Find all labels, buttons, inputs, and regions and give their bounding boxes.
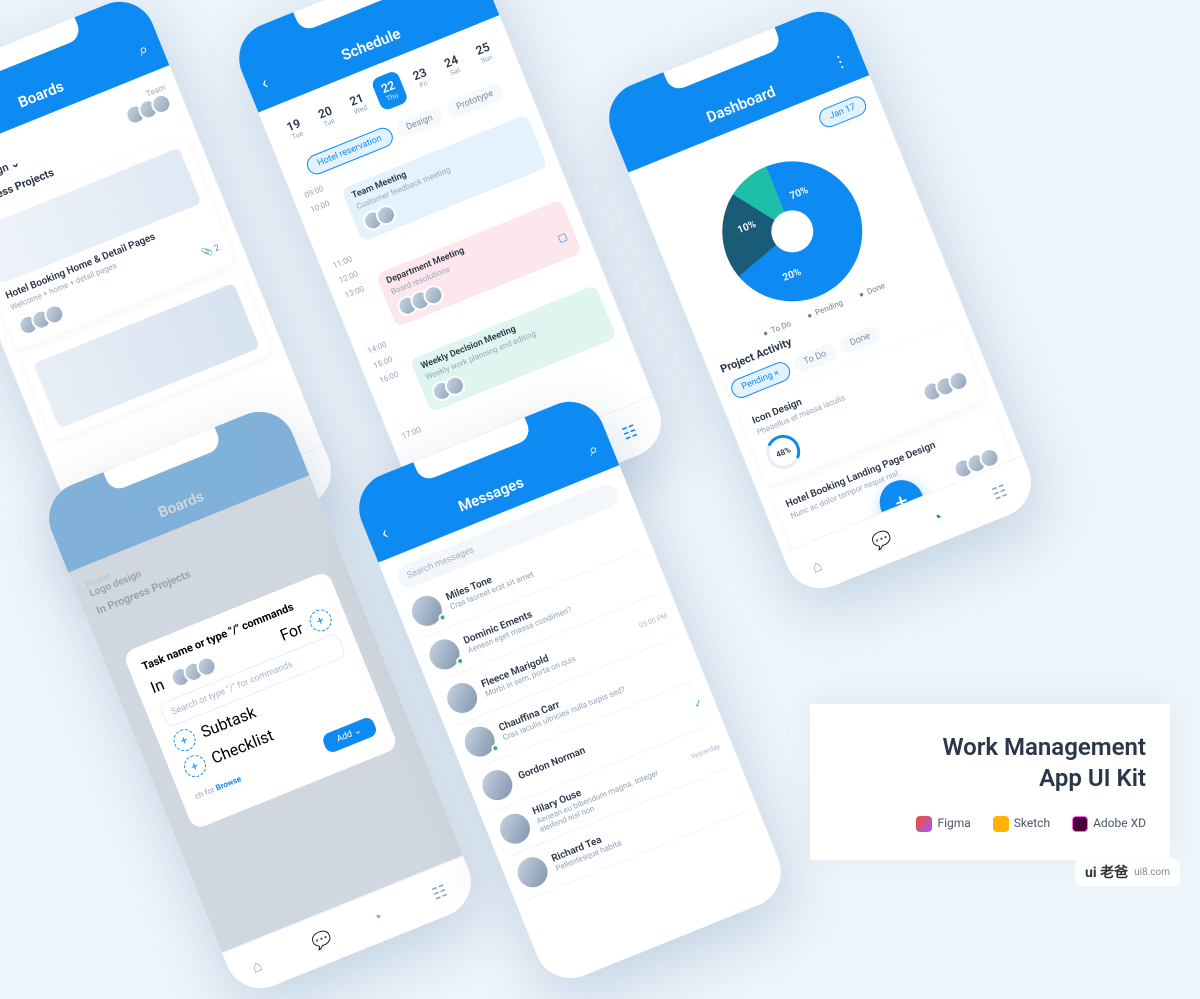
day-item[interactable]: 25Sun bbox=[465, 32, 504, 74]
avatar bbox=[460, 722, 499, 761]
task-modal: Task name or type "/" commands In For + … bbox=[122, 570, 398, 830]
chat-icon[interactable]: 💬 bbox=[869, 527, 895, 553]
in-label: In bbox=[148, 675, 167, 698]
chat-icon[interactable]: 💬 bbox=[309, 927, 335, 953]
calendar-icon[interactable]: ☷ bbox=[429, 878, 455, 904]
add-assignee-button[interactable]: + bbox=[306, 606, 335, 635]
for-label: For bbox=[277, 619, 306, 645]
day-item[interactable]: 20Tue bbox=[307, 95, 346, 137]
home-icon[interactable]: ⌂ bbox=[249, 951, 275, 977]
home-icon[interactable]: ⌂ bbox=[809, 551, 835, 577]
product-title: Work Management App UI Kit bbox=[834, 732, 1146, 794]
browse-link[interactable]: Browse bbox=[214, 774, 242, 792]
video-icon[interactable]: ▢ bbox=[556, 231, 572, 253]
phone-dashboard: Dashboard ⋮ Jan 17 70% 20% 10% To DoPend… bbox=[598, 1, 1041, 599]
calendar-icon[interactable]: ☷ bbox=[989, 478, 1015, 504]
stats-icon[interactable]: ◔ bbox=[929, 502, 955, 528]
avatar bbox=[513, 853, 552, 892]
avatar bbox=[425, 635, 464, 674]
check-icon: ✓ bbox=[692, 697, 704, 710]
attachment-count: 📎 2 bbox=[200, 243, 221, 259]
avatar bbox=[443, 678, 482, 717]
day-item[interactable]: 21Wed bbox=[339, 82, 378, 124]
tool-sketch: Sketch bbox=[993, 816, 1050, 832]
avatar bbox=[407, 591, 446, 630]
tool-figma: Figma bbox=[916, 816, 970, 832]
day-item[interactable]: 24Sat bbox=[433, 44, 472, 86]
tab-chip[interactable]: Done bbox=[838, 324, 883, 356]
day-item-selected[interactable]: 22Thu bbox=[370, 70, 409, 112]
add-subtask-button[interactable]: + bbox=[170, 726, 199, 755]
calendar-icon[interactable]: ☷ bbox=[619, 418, 645, 444]
progress-ring: 48% bbox=[761, 430, 805, 474]
tools-row: Figma Sketch Adobe XD bbox=[834, 816, 1146, 832]
tool-xd: Adobe XD bbox=[1072, 816, 1146, 832]
avatar bbox=[478, 766, 517, 805]
date-chip[interactable]: Jan 17 bbox=[816, 93, 869, 130]
day-item[interactable]: 23Fri bbox=[402, 57, 441, 99]
product-info-panel: Work Management App UI Kit Figma Sketch … bbox=[810, 704, 1170, 860]
stats-icon[interactable]: ◔ bbox=[369, 902, 395, 928]
add-checklist-button[interactable]: + bbox=[180, 752, 209, 781]
tab-chip[interactable]: To Do bbox=[792, 342, 839, 375]
day-item[interactable]: 19Tue bbox=[276, 108, 315, 150]
watermark: ui 老爸 ui8.com bbox=[1075, 858, 1180, 886]
avatar bbox=[495, 809, 534, 848]
